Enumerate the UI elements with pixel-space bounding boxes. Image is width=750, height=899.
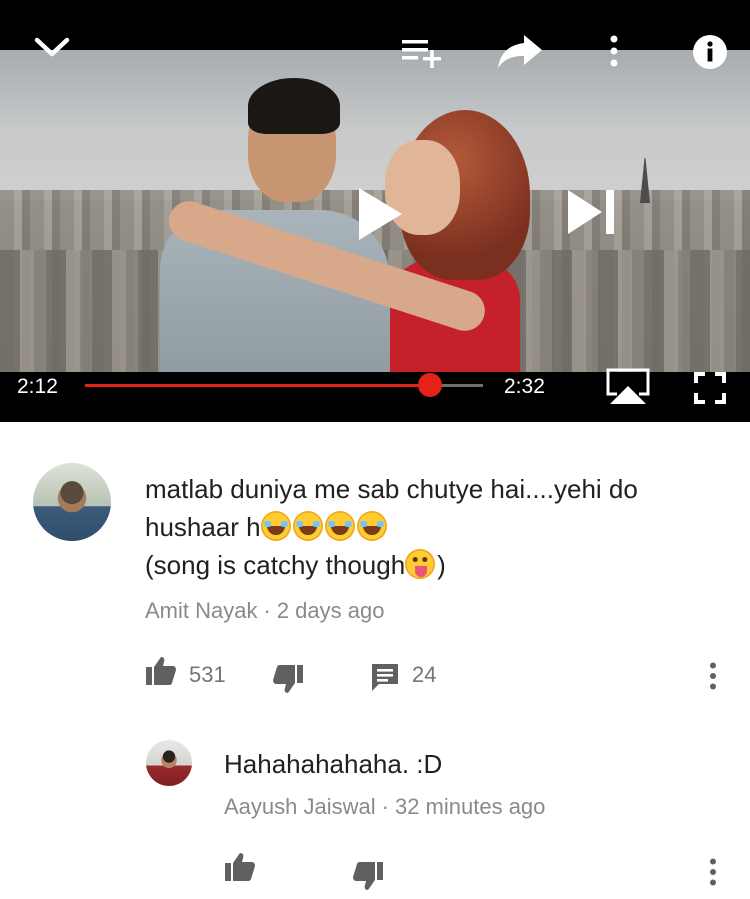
share-icon[interactable] bbox=[496, 32, 544, 70]
comment-meta: Aayush Jaiswal · 32 minutes ago bbox=[224, 793, 545, 821]
comment-line-text: hushaar h bbox=[145, 512, 261, 542]
reply-count: 24 bbox=[412, 662, 437, 687]
current-time: 2:12 bbox=[17, 375, 58, 398]
duration-time: 2:32 bbox=[504, 375, 545, 398]
meta-separator: · bbox=[381, 794, 389, 819]
comment-line: (song is catchy though) bbox=[145, 546, 705, 584]
tongue-out-emoji-icon bbox=[405, 549, 436, 579]
comment-time: 2 days ago bbox=[276, 598, 385, 623]
comment-author[interactable]: Amit Nayak bbox=[145, 598, 257, 623]
comment-author[interactable]: Aayush Jaiswal bbox=[224, 794, 376, 819]
airplay-icon[interactable] bbox=[605, 368, 651, 406]
play-icon[interactable] bbox=[356, 186, 404, 247]
video-player[interactable]: 2:12 2:32 bbox=[0, 0, 750, 422]
tears-of-joy-emoji-icon bbox=[292, 511, 323, 541]
progress-played bbox=[85, 384, 431, 387]
comment-line: hushaar h bbox=[145, 508, 705, 546]
comment-meta: Amit Nayak · 2 days ago bbox=[145, 597, 384, 625]
comment-text: Hahahahahaha. :D bbox=[224, 749, 443, 779]
thumbs-down-icon[interactable] bbox=[272, 664, 304, 694]
comment-line: matlab duniya me sab chutye hai....yehi … bbox=[145, 474, 638, 504]
skip-next-icon[interactable] bbox=[566, 188, 618, 241]
player-controls: 2:12 2:32 bbox=[0, 368, 750, 422]
avatar[interactable] bbox=[146, 740, 192, 786]
progress-track[interactable] bbox=[85, 373, 483, 397]
more-vert-icon[interactable] bbox=[707, 662, 719, 690]
player-top-bar bbox=[0, 0, 750, 69]
reply-comment-icon[interactable] bbox=[371, 663, 399, 693]
comment-line-text: (song is catchy though bbox=[145, 550, 406, 580]
info-icon[interactable] bbox=[692, 34, 728, 70]
thumbs-up-icon[interactable] bbox=[224, 852, 256, 882]
scrubber-handle[interactable] bbox=[418, 373, 443, 397]
comment-text: matlab duniya me sab chutye hai....yehi … bbox=[145, 470, 705, 584]
more-vert-icon[interactable] bbox=[607, 35, 621, 69]
thumbs-down-icon[interactable] bbox=[352, 861, 384, 891]
like-count: 531 bbox=[189, 662, 226, 687]
tears-of-joy-emoji-icon bbox=[324, 511, 355, 541]
chevron-down-icon[interactable] bbox=[34, 36, 70, 60]
comment-line-text: ) bbox=[437, 550, 446, 580]
fullscreen-icon[interactable] bbox=[694, 372, 726, 404]
comment-time: 32 minutes ago bbox=[394, 794, 546, 819]
tears-of-joy-emoji-icon bbox=[260, 511, 291, 541]
add-to-playlist-icon[interactable] bbox=[401, 36, 445, 70]
avatar[interactable] bbox=[33, 463, 111, 541]
tears-of-joy-emoji-icon bbox=[356, 511, 387, 541]
thumbs-up-icon[interactable] bbox=[145, 656, 177, 686]
more-vert-icon[interactable] bbox=[707, 858, 719, 886]
meta-separator: · bbox=[263, 598, 271, 623]
